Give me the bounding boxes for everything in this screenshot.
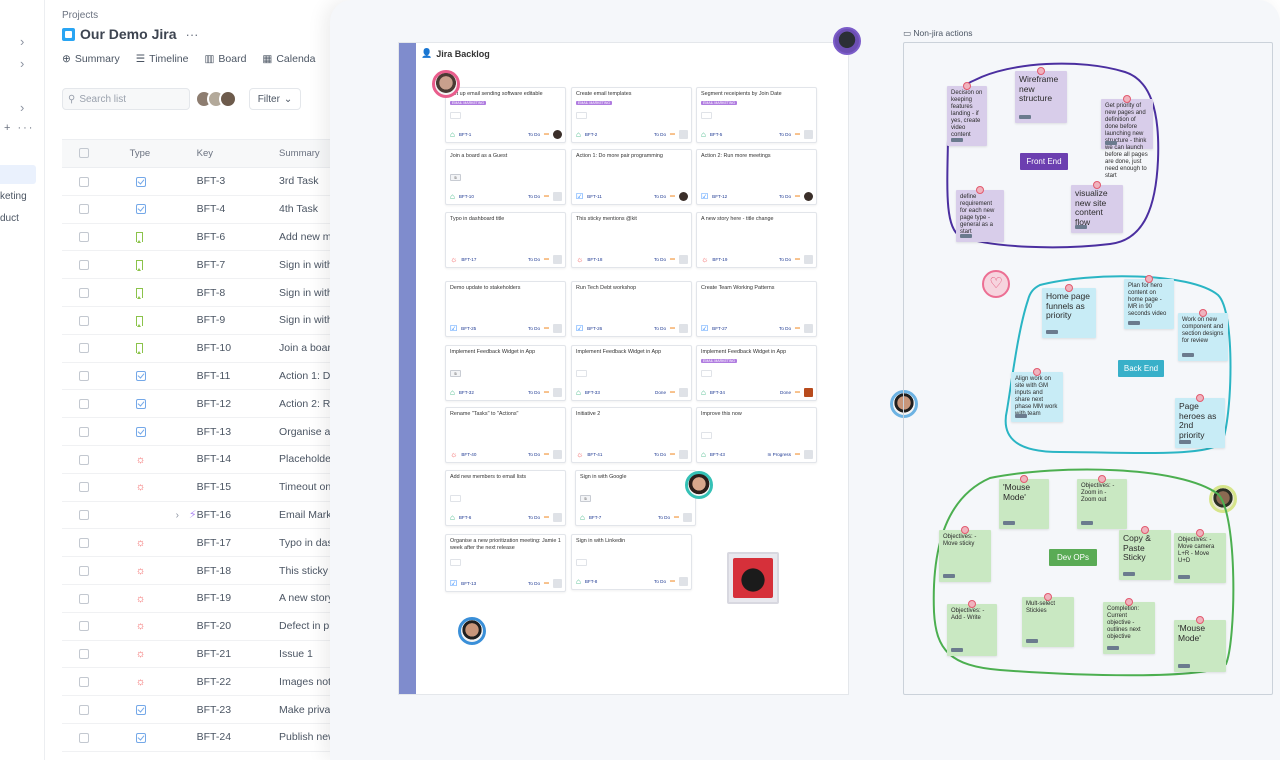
pin-icon: [1141, 526, 1149, 534]
sticky-note[interactable]: Objectives: - Add - Write: [947, 600, 997, 656]
sticky-text: Mult-select Stickies: [1026, 601, 1056, 614]
sticky-note[interactable]: Plan for hero content on home page - MR …: [1124, 275, 1174, 329]
author-chip: [1026, 639, 1038, 643]
pin-icon: [1044, 593, 1052, 601]
sticky-text: Decision on keeping features landing - i…: [951, 90, 983, 138]
sticky-text: Copy & Paste Sticky: [1123, 533, 1151, 562]
author-chip: [1182, 353, 1194, 357]
sticky-note[interactable]: 'Mouse Mode': [999, 475, 1049, 529]
sticky-note[interactable]: define requirement for each new page typ…: [956, 186, 1004, 242]
sticky-text: Wireframe new structure: [1019, 74, 1059, 103]
group-label[interactable]: Front End: [1020, 153, 1068, 170]
pin-icon: [968, 600, 976, 608]
group-label[interactable]: Dev OPs: [1049, 549, 1097, 566]
sticky-text: Objectives: - Add - Write: [951, 608, 985, 621]
author-chip: [1123, 572, 1135, 576]
author-chip: [1178, 575, 1190, 579]
sticky-text: visualize new site content flow: [1075, 188, 1108, 227]
author-chip: [1105, 141, 1117, 145]
sticky-text: define requirement for each new page typ…: [960, 194, 995, 235]
pin-icon: [1145, 275, 1153, 283]
pin-icon: [1196, 616, 1204, 624]
author-chip: [1081, 521, 1093, 525]
sticky-text: Home page funnels as priority: [1046, 291, 1090, 320]
author-chip: [1107, 646, 1119, 650]
sticky-note[interactable]: Align work on site with GM inputs and sh…: [1011, 368, 1063, 422]
pin-icon: [1033, 368, 1041, 376]
sticky-note[interactable]: Mult-select Stickies: [1022, 593, 1074, 647]
author-chip: [1075, 225, 1087, 229]
author-chip: [1046, 330, 1058, 334]
sticky-note[interactable]: Home page funnels as priority: [1042, 284, 1096, 338]
pin-icon: [1199, 309, 1207, 317]
author-chip: [943, 574, 955, 578]
sticky-text: Objectives: - Zoom in - Zoom out: [1081, 483, 1115, 503]
pin-icon: [1020, 475, 1028, 483]
sticky-note[interactable]: Copy & Paste Sticky: [1119, 526, 1171, 580]
sticky-text: Align work on site with GM inputs and sh…: [1015, 376, 1058, 417]
pin-icon: [1125, 598, 1133, 606]
sticky-text: Work on new component and section design…: [1182, 317, 1224, 344]
pin-icon: [1093, 181, 1101, 189]
sticky-note[interactable]: Objectives: - Move sticky: [939, 526, 991, 582]
pin-icon: [1123, 95, 1131, 103]
pin-icon: [1065, 284, 1073, 292]
pin-icon: [963, 82, 971, 90]
pin-icon: [961, 526, 969, 534]
sticky-note[interactable]: Wireframe new structure: [1015, 67, 1067, 123]
author-chip: [1128, 321, 1140, 325]
author-chip: [960, 234, 972, 238]
author-chip: [951, 138, 963, 142]
sticky-note[interactable]: 'Mouse Mode': [1174, 616, 1226, 672]
sticky-text: 'Mouse Mode': [1003, 482, 1031, 502]
pin-icon: [976, 186, 984, 194]
group-outlines: [932, 62, 1235, 677]
sticky-note[interactable]: Completion: Current objective - outlines…: [1103, 598, 1155, 654]
pin-icon: [1196, 529, 1204, 537]
sticky-note[interactable]: Work on new component and section design…: [1178, 309, 1228, 361]
pin-icon: [1196, 394, 1204, 402]
sticky-note[interactable]: Decision on keeping features landing - i…: [947, 82, 987, 146]
group-label[interactable]: Back End: [1118, 360, 1164, 377]
pin-icon: [1098, 475, 1106, 483]
sticky-text: Page heroes as 2nd priority: [1179, 401, 1217, 440]
pin-icon: [1037, 67, 1045, 75]
sticky-text: Plan for hero content on home page - MR …: [1128, 283, 1167, 317]
sticky-note[interactable]: Get priority of new pages and definition…: [1101, 95, 1153, 179]
sticky-note[interactable]: Objectives: - Move camera L+R - Move U+D: [1174, 529, 1226, 583]
sticky-text: Objectives: - Move sticky: [943, 534, 977, 547]
author-chip: [951, 648, 963, 652]
author-chip: [1179, 440, 1191, 444]
author-chip: [1015, 414, 1027, 418]
sticky-text: 'Mouse Mode': [1178, 623, 1206, 643]
sticky-text: Objectives: - Move camera L+R - Move U+D: [1178, 537, 1215, 564]
sticky-text: Completion: Current objective - outlines…: [1107, 606, 1141, 640]
author-chip: [1019, 115, 1031, 119]
sticky-note[interactable]: Page heroes as 2nd priority: [1175, 394, 1225, 448]
author-chip: [1178, 664, 1190, 668]
sticky-note[interactable]: visualize new site content flow: [1071, 181, 1123, 233]
author-chip: [1003, 521, 1015, 525]
sticky-note[interactable]: Objectives: - Zoom in - Zoom out: [1077, 475, 1127, 529]
